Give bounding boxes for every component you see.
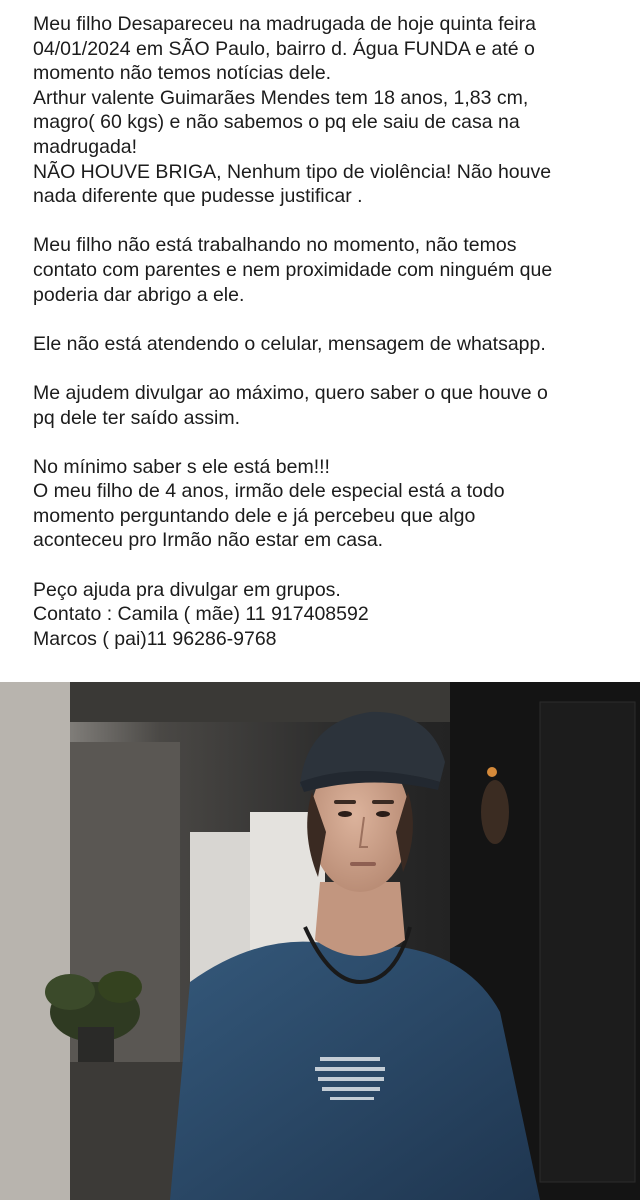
paragraph: Peço ajuda pra divulgar em grupos. Conta… — [33, 578, 620, 652]
pendant-lamp — [481, 780, 509, 844]
eye-left — [338, 811, 352, 817]
text-line: O meu filho de 4 anos, irmão dele especi… — [33, 480, 505, 503]
text-line: Contato : Camila ( mãe) 11 917408592 — [33, 603, 369, 626]
text-line: aconteceu pro Irmão não estar em casa. — [33, 529, 384, 552]
post-photo — [0, 682, 640, 1200]
cabinet-door — [539, 701, 636, 1183]
post-text: Meu filho Desapareceu na madrugada de ho… — [0, 0, 640, 682]
eye-right — [376, 811, 390, 817]
paragraph: Ele não está atendendo o celular, mensag… — [33, 332, 620, 357]
person-neck — [315, 882, 405, 956]
text-line: Peço ajuda pra divulgar em grupos. — [33, 578, 341, 601]
text-line: Marcos ( pai)11 96286-9768 — [33, 627, 277, 650]
wall-left — [0, 682, 70, 1200]
text-line: NÃO HOUVE BRIGA, Nenhum tipo de violênci… — [33, 160, 552, 183]
text-line: Meu filho Desapareceu na madrugada de ho… — [33, 13, 537, 35]
text-line: Me ajudem divulgar ao máximo, quero sabe… — [33, 381, 548, 404]
text-line: Meu filho não está trabalhando no moment… — [33, 234, 517, 257]
paragraph: No mínimo saber s ele está bem!!! O meu … — [33, 455, 620, 553]
text-line: contato com parentes e nem proximidade c… — [33, 258, 553, 281]
paragraph: Meu filho não está trabalhando no moment… — [33, 233, 620, 307]
mouth — [350, 862, 376, 866]
text-line: momento perguntando dele e já percebeu q… — [33, 504, 476, 527]
text-line: madrugada! — [33, 135, 138, 158]
text-line: momento não temos notícias dele. — [33, 62, 332, 85]
paragraph: Meu filho Desapareceu na madrugada de ho… — [33, 12, 620, 209]
eyebrow-right — [372, 800, 394, 804]
text-line: nada diferente que pudesse justificar . — [33, 185, 363, 208]
text-line: 04/01/2024 em SÃO Paulo, bairro d. Água … — [33, 37, 535, 60]
paragraph: Me ajudem divulgar ao máximo, quero sabe… — [33, 381, 620, 430]
eyebrow-left — [334, 800, 356, 804]
text-line: No mínimo saber s ele está bem!!! — [33, 455, 330, 478]
text-line: Ele não está atendendo o celular, mensag… — [33, 332, 546, 355]
text-line: magro( 60 kgs) e não sabemos o pq ele sa… — [33, 111, 520, 134]
text-line: poderia dar abrigo a ele. — [33, 283, 245, 306]
lamp-glow — [487, 767, 497, 777]
text-line: pq dele ter saído assim. — [33, 406, 241, 429]
photo-illustration — [0, 682, 640, 1200]
text-line: Arthur valente Guimarães Mendes tem 18 a… — [33, 86, 529, 109]
